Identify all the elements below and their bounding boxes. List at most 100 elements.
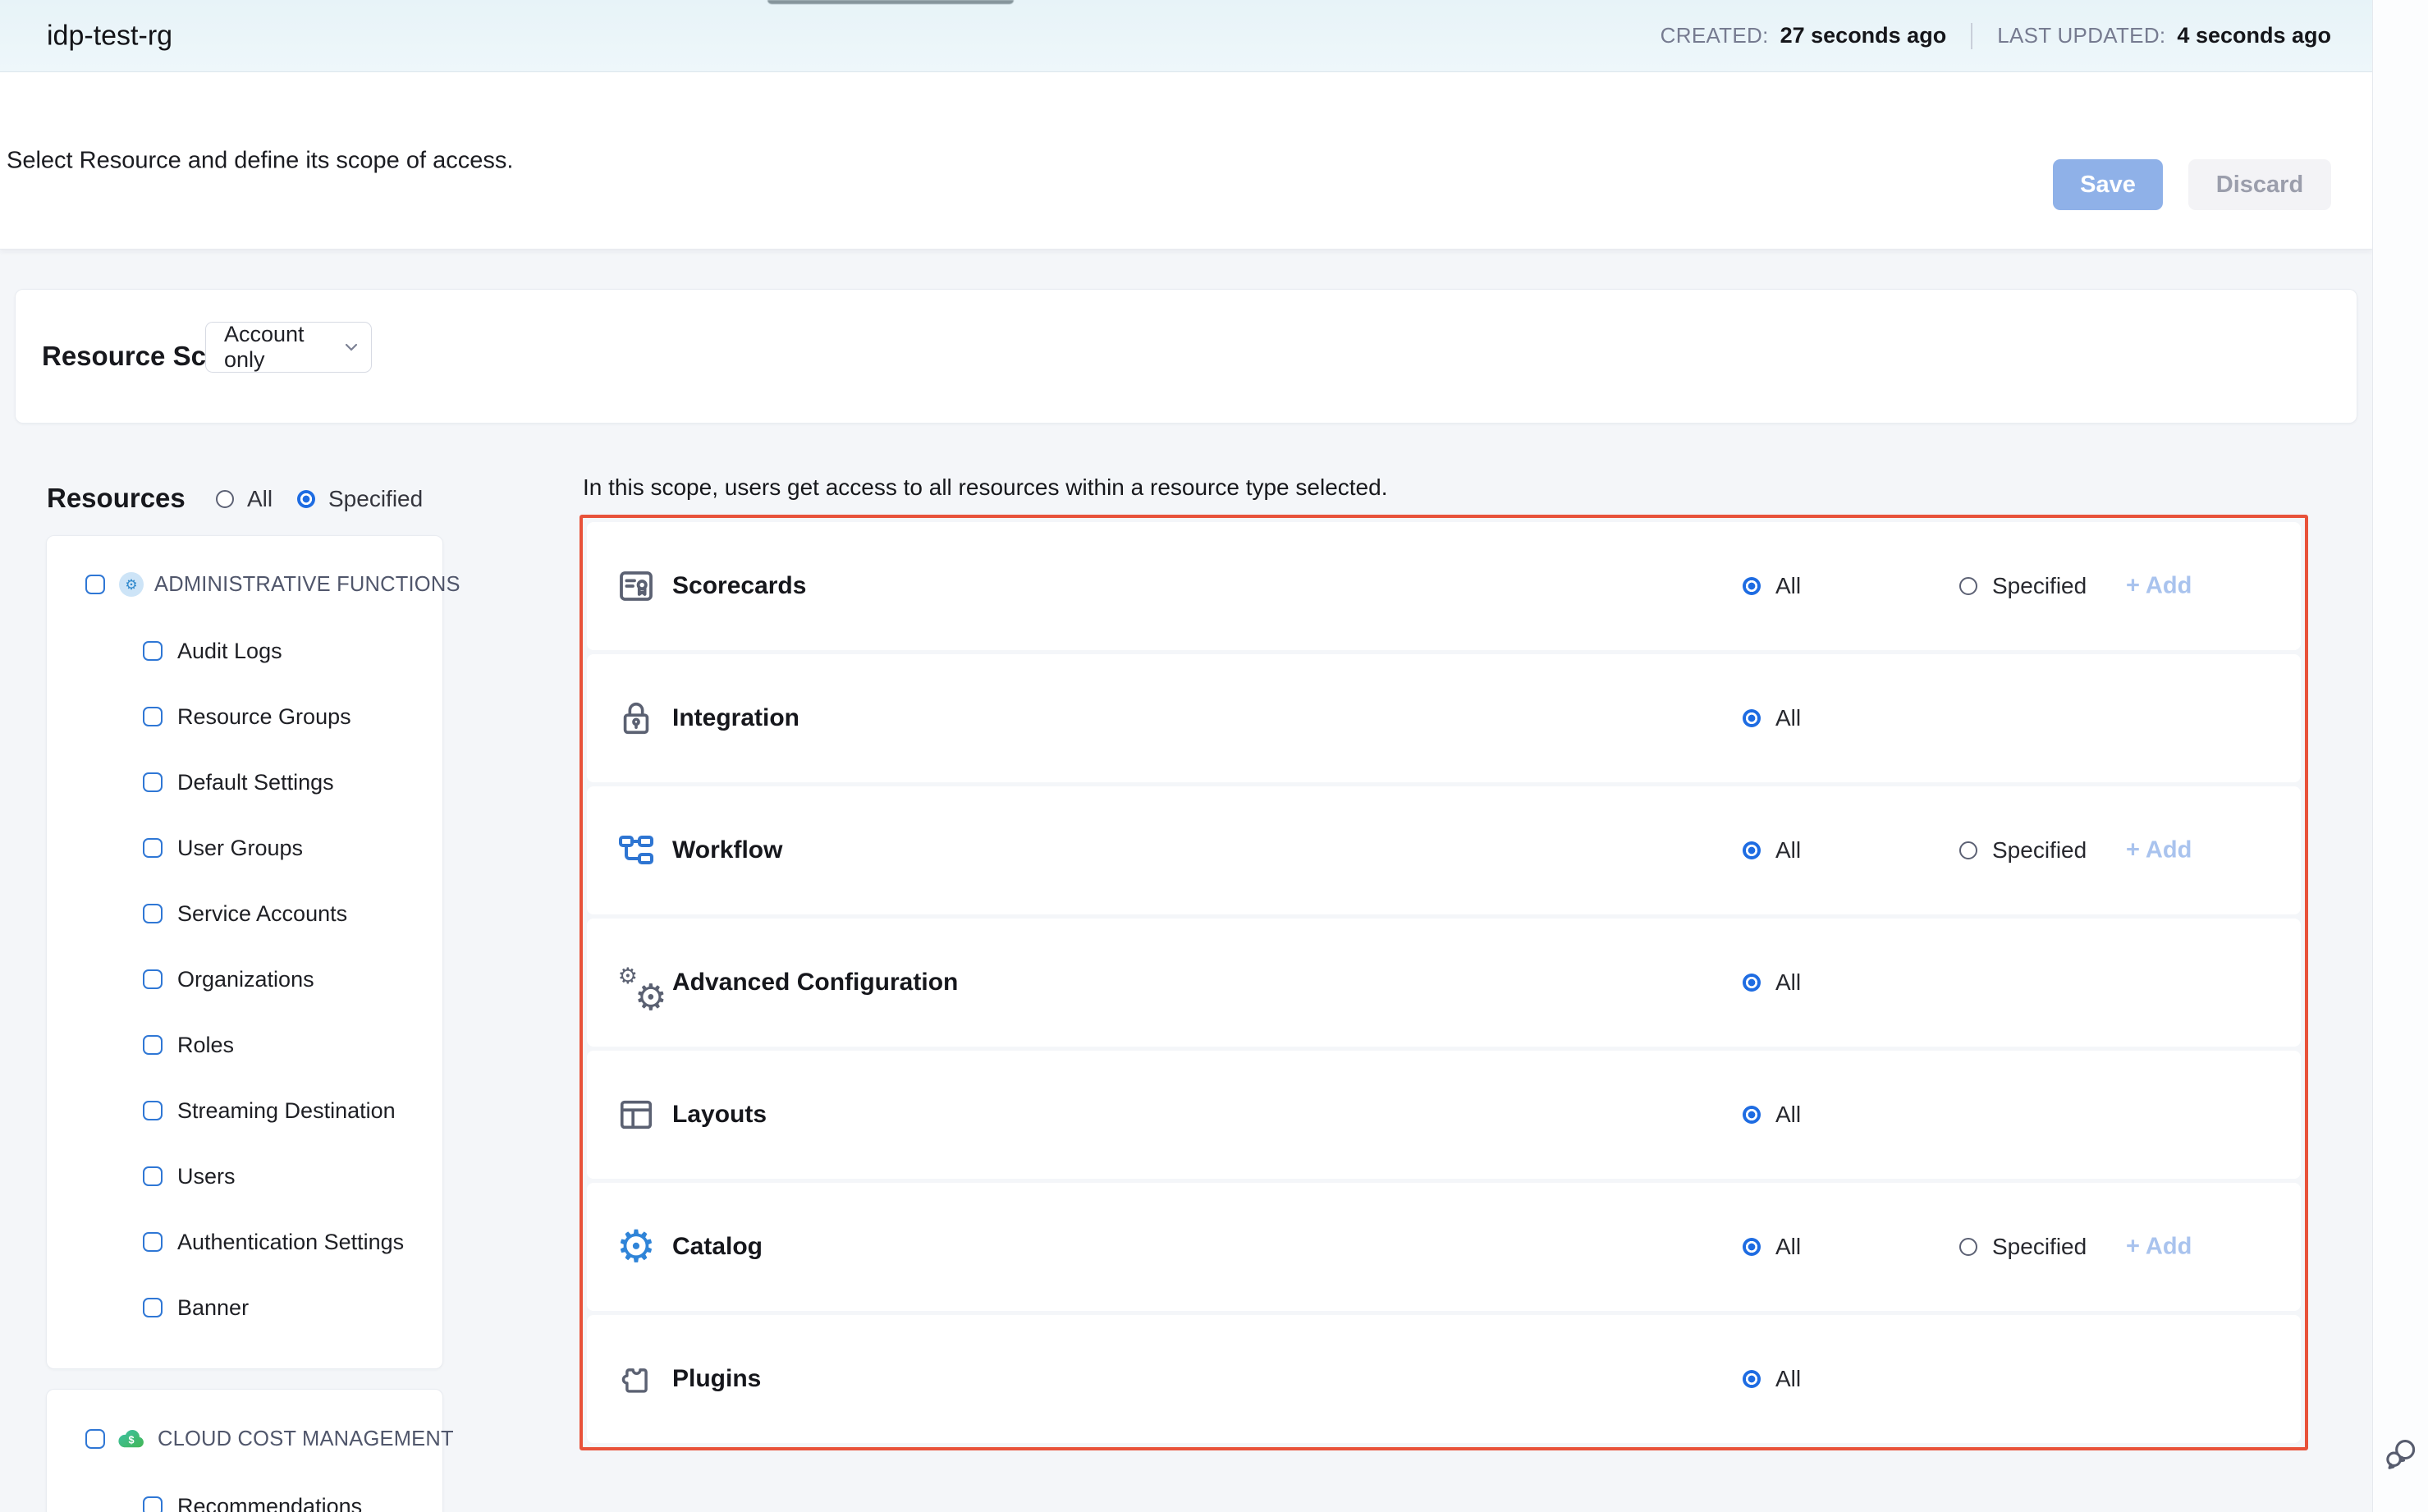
created-label: CREATED: [1661, 23, 1769, 48]
all-radio[interactable] [1743, 1238, 1761, 1256]
resources-radio-all[interactable]: All [216, 486, 273, 512]
all-radio[interactable] [1743, 974, 1761, 992]
item-checkbox[interactable] [143, 838, 163, 858]
save-button[interactable]: Save [2053, 159, 2163, 210]
item-label: Organizations [177, 967, 314, 992]
item-checkbox[interactable] [143, 904, 163, 923]
all-radio[interactable] [1743, 1106, 1761, 1124]
item-label: Resource Groups [177, 704, 351, 730]
item-checkbox[interactable] [143, 1101, 163, 1120]
chevron-down-icon [345, 343, 358, 351]
specified-radio[interactable] [1959, 577, 1977, 595]
row-radio-specified[interactable]: Specified [1959, 573, 2087, 599]
row-radio-all[interactable]: All [1743, 969, 1801, 996]
timestamps: CREATED: 27 seconds ago LAST UPDATED: 4 … [1661, 23, 2331, 49]
row-radio-all[interactable]: All [1743, 705, 1801, 731]
item-checkbox[interactable] [143, 1035, 163, 1055]
discard-button[interactable]: Discard [2188, 159, 2331, 210]
add-button[interactable]: + Add [2126, 573, 2192, 600]
resource-group-card: $CLOUD COST MANAGEMENT Recommendations [46, 1389, 443, 1512]
page-title: idp-test-rg [47, 20, 172, 52]
resource-type-row: WorkflowAllSpecified+ Add [587, 786, 2301, 914]
item-checkbox[interactable] [143, 969, 163, 989]
list-item: Audit Logs [47, 618, 442, 684]
layout-icon [617, 1096, 655, 1134]
row-radio-all[interactable]: All [1743, 837, 1801, 864]
resource-group-header: $CLOUD COST MANAGEMENT [47, 1426, 442, 1452]
resource-type-row: Scorecards All Specified + Add [587, 522, 2301, 650]
item-label: User Groups [177, 836, 303, 861]
resource-type-label: Catalog [672, 1233, 763, 1261]
specified-radio-label: Specified [1992, 837, 2087, 864]
all-radio-label: All [1775, 705, 1801, 731]
resources-radio-specified[interactable]: Specified [297, 486, 423, 512]
group-label: CLOUD COST MANAGEMENT [158, 1427, 454, 1451]
all-radio-label: All [1775, 1234, 1801, 1260]
list-item: Roles [47, 1012, 442, 1078]
action-toolbar: Select Resource and define its scope of … [0, 72, 2372, 250]
all-radio-label: All [1775, 1366, 1801, 1392]
item-label: Authentication Settings [177, 1230, 404, 1255]
item-checkbox[interactable] [143, 1166, 163, 1186]
chat-bubbles-icon[interactable] [2383, 1435, 2419, 1473]
specified-radio-label: Specified [328, 486, 423, 512]
all-radio-label: All [1775, 1102, 1801, 1128]
resource-type-row: ⚙⚙Advanced ConfigurationAll [587, 919, 2301, 1047]
resource-type-row: ⚙ Catalog All Specified + Add [587, 1183, 2301, 1311]
toolbar-description: Select Resource and define its scope of … [7, 147, 513, 174]
item-checkbox[interactable] [143, 641, 163, 661]
all-radio[interactable] [1743, 841, 1761, 859]
item-label: Recommendations [177, 1494, 362, 1512]
add-button[interactable]: + Add [2126, 1234, 2192, 1261]
row-icon-wrap [616, 1094, 657, 1135]
resource-scope-card: Resource Scope Account only [15, 289, 2357, 424]
add-button[interactable]: + Add [2126, 837, 2192, 864]
list-item: Service Accounts [47, 881, 442, 946]
resources-header: Resources All Specified [0, 481, 492, 519]
row-icon-wrap: ⚙ [616, 1226, 657, 1267]
group-checkbox[interactable] [85, 1429, 105, 1449]
workflow-icon [616, 831, 657, 870]
row-radio-all[interactable]: All [1743, 1366, 1801, 1392]
resource-type-label: Layouts [672, 1101, 767, 1129]
row-icon-wrap [616, 1359, 657, 1400]
item-label: Default Settings [177, 770, 334, 795]
resource-type-label: Plugins [672, 1365, 761, 1393]
lock-icon [617, 699, 655, 737]
scorecard-icon [616, 566, 656, 606]
list-item: Authentication Settings [47, 1209, 442, 1275]
all-radio-label: All [1775, 969, 1801, 996]
specified-radio[interactable] [297, 490, 315, 508]
resource-type-label: Scorecards [672, 572, 806, 600]
resource-scope-dropdown[interactable]: Account only [205, 322, 372, 373]
row-icon-wrap: ⚙⚙ [616, 962, 657, 1003]
list-item: Organizations [47, 946, 442, 1012]
row-radio-all[interactable]: All [1743, 573, 1801, 599]
all-radio[interactable] [1743, 709, 1761, 727]
page-header: idp-test-rg CREATED: 27 seconds ago LAST… [0, 0, 2372, 72]
group-label: ADMINISTRATIVE FUNCTIONS [154, 573, 460, 597]
item-checkbox[interactable] [143, 1232, 163, 1252]
all-radio[interactable] [1743, 1370, 1761, 1388]
item-checkbox[interactable] [143, 707, 163, 726]
specified-radio[interactable] [1959, 841, 1977, 859]
specified-radio[interactable] [1959, 1238, 1977, 1256]
row-radio-specified[interactable]: Specified [1959, 1234, 2087, 1260]
resource-type-label: Integration [672, 704, 799, 732]
last-updated-label: LAST UPDATED: [1997, 23, 2165, 48]
all-radio[interactable] [216, 490, 234, 508]
item-label: Users [177, 1164, 236, 1189]
row-radio-all[interactable]: All [1743, 1234, 1801, 1260]
item-label: Roles [177, 1033, 234, 1058]
all-radio-label: All [247, 486, 273, 512]
item-checkbox[interactable] [143, 1298, 163, 1317]
row-radio-specified[interactable]: Specified [1959, 837, 2087, 864]
list-item: Resource Groups [47, 684, 442, 749]
resource-group-card: ⚙ADMINISTRATIVE FUNCTIONSAudit LogsResou… [46, 535, 443, 1369]
all-radio[interactable] [1743, 577, 1761, 595]
row-radio-all[interactable]: All [1743, 1102, 1801, 1128]
group-checkbox[interactable] [85, 575, 105, 594]
specified-radio-label: Specified [1992, 573, 2087, 599]
item-checkbox[interactable] [143, 1496, 163, 1512]
item-checkbox[interactable] [143, 772, 163, 792]
